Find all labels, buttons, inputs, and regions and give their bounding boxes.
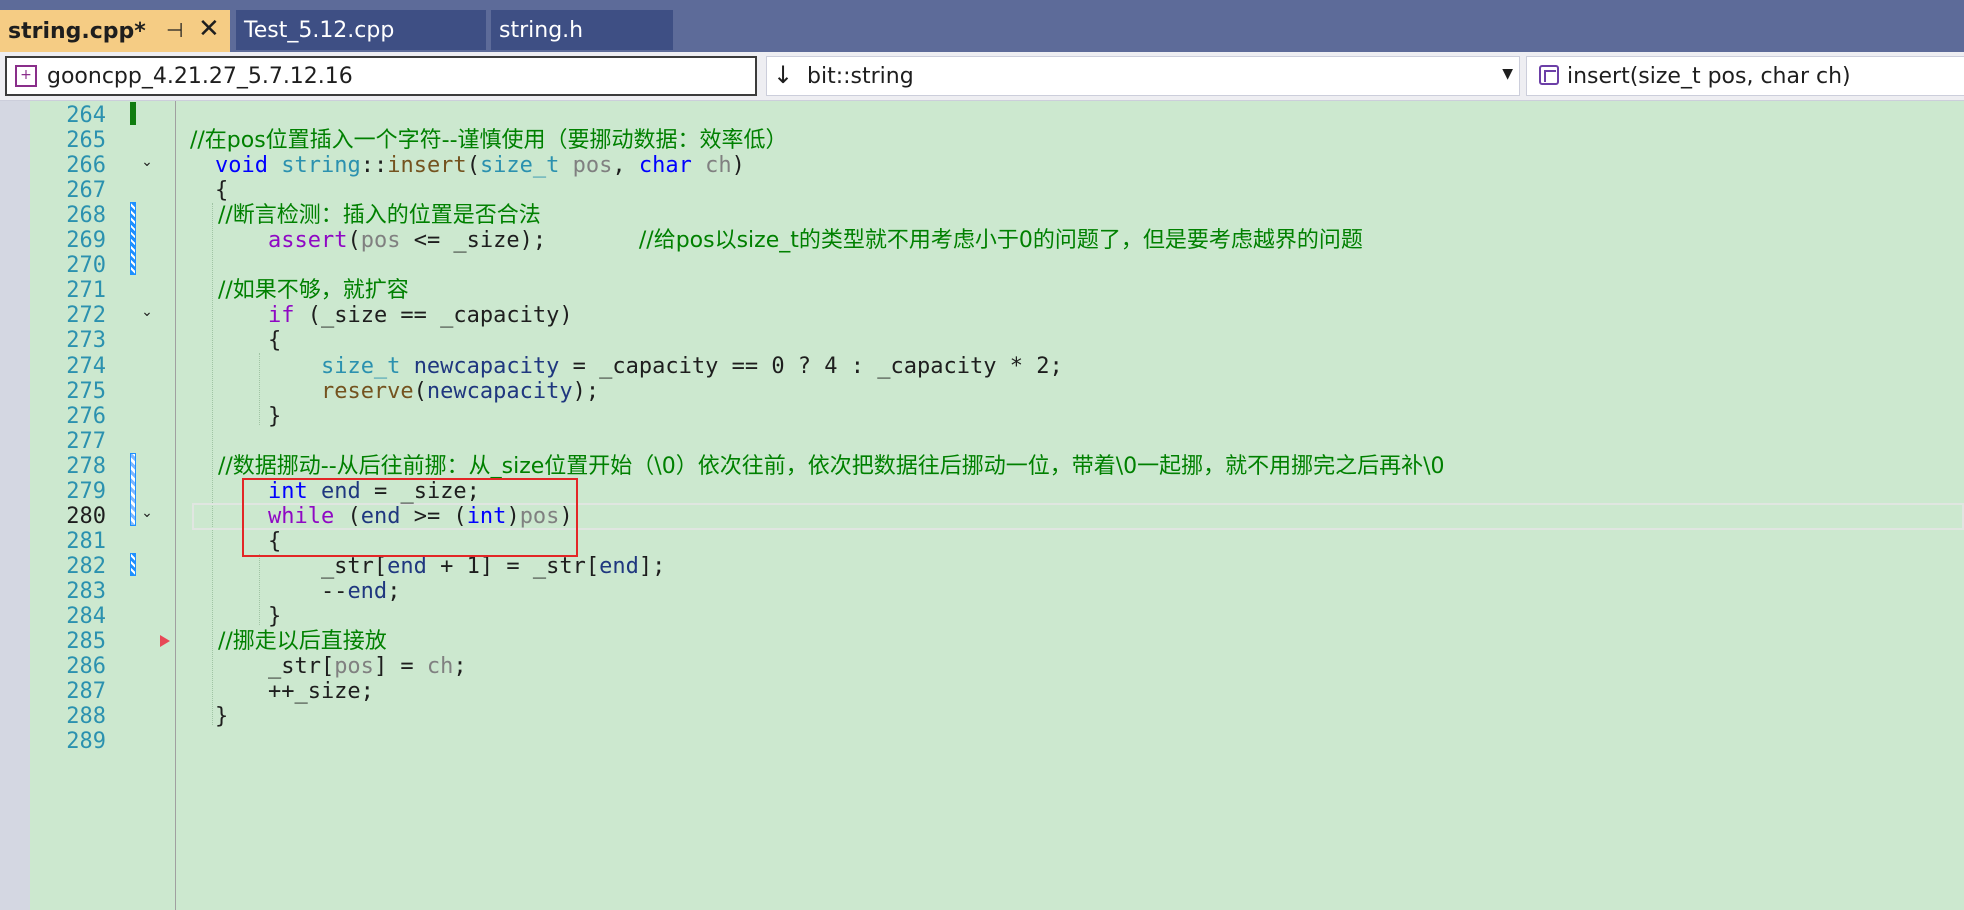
project-name: gooncpp_4.21.27_5.7.12.16 xyxy=(47,63,353,89)
member-dropdown[interactable]: insert(size_t pos, char ch) xyxy=(1526,56,1964,96)
project-dropdown[interactable]: + gooncpp_4.21.27_5.7.12.16 ▼ xyxy=(5,56,781,96)
method-cube-icon xyxy=(1539,65,1559,85)
tab-test-5-12-cpp[interactable]: Test_5.12.cpp xyxy=(236,10,486,50)
line-number: 289 xyxy=(66,729,106,755)
pin-icon[interactable]: ⊣ xyxy=(166,18,183,42)
code-line[interactable]: 289 xyxy=(30,726,1964,757)
tab-string-h[interactable]: string.h xyxy=(491,10,673,50)
tab-label: string.h xyxy=(499,17,584,43)
document-tab-bar: string.cpp* ⊣ ✕ Test_5.12.cpp string.h xyxy=(0,0,1964,52)
tab-label: Test_5.12.cpp xyxy=(244,17,395,43)
arrow-down-icon: ↓ xyxy=(773,61,794,89)
tab-string-cpp[interactable]: string.cpp* ⊣ ✕ xyxy=(0,10,230,52)
collapse-outline-icon[interactable]: ⌄ xyxy=(140,506,154,521)
scope-dropdown[interactable]: ↓ bit::string ▼ xyxy=(766,56,1520,96)
editor-margin-strip xyxy=(0,101,30,910)
chevron-down-icon[interactable]: ▼ xyxy=(1502,66,1513,82)
red-annotation-box xyxy=(242,477,578,557)
code-editor[interactable]: 264 265 //在pos位置插入一个字符--谨慎使用（要挪动数据：效率低） 26… xyxy=(30,101,1964,910)
navigation-bar: + gooncpp_4.21.27_5.7.12.16 ▼ ↓ bit::str… xyxy=(0,52,1964,101)
cpp-project-icon: + xyxy=(15,65,37,87)
member-name: insert(size_t pos, char ch) xyxy=(1567,63,1851,89)
collapse-outline-icon[interactable]: ⌄ xyxy=(140,155,154,170)
collapse-outline-icon[interactable]: ⌄ xyxy=(140,305,154,320)
tab-label: string.cpp* xyxy=(8,18,146,44)
scope-name: bit::string xyxy=(807,63,914,89)
close-icon[interactable]: ✕ xyxy=(198,14,220,44)
